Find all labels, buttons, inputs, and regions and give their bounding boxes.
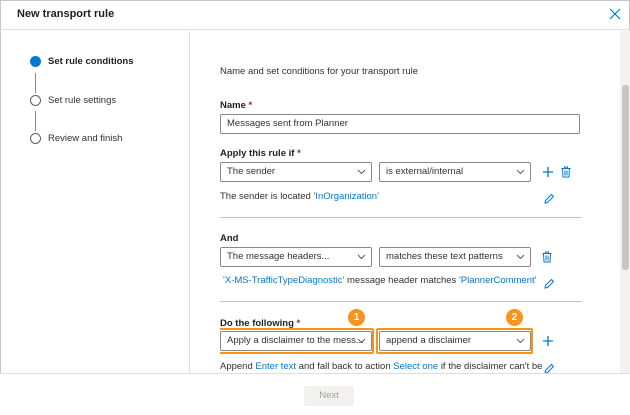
dialog-header: New transport rule	[0, 0, 630, 30]
apply-rule-label: Apply this rule if *	[220, 148, 301, 159]
step-label: Review and finish	[48, 132, 123, 144]
dialog-footer: Next	[0, 373, 630, 415]
chevron-down-icon	[357, 169, 366, 175]
required-mark: *	[297, 148, 301, 159]
callout-highlight-mode	[376, 328, 533, 354]
condition-select[interactable]: The sender	[220, 162, 372, 182]
callout-badge-2: 2	[506, 309, 523, 326]
add-action-icon[interactable]	[541, 334, 555, 348]
chevron-down-icon	[357, 254, 366, 260]
scrollbar-thumb[interactable]	[622, 85, 629, 270]
form-description: Name and set conditions for your transpo…	[220, 66, 419, 77]
edit-action-icon[interactable]	[542, 362, 556, 373]
callout-badge-1: 1	[348, 309, 365, 326]
enter-text-link[interactable]: Enter text	[255, 361, 296, 372]
step-indicator	[30, 55, 41, 67]
condition-operator-select[interactable]: is external/internal	[379, 162, 531, 182]
step-connector	[35, 73, 36, 93]
wizard-steps: Set rule conditions Set rule settings Re…	[0, 31, 190, 373]
step-set-rule-settings[interactable]: Set rule settings	[30, 93, 116, 107]
and-condition-summary: 'X-MS-TrafficTypeDiagnostic' message hea…	[223, 275, 537, 286]
header-name-link[interactable]: 'X-MS-TrafficTypeDiagnostic'	[223, 275, 344, 286]
delete-condition-icon[interactable]	[559, 165, 573, 179]
rule-name-input[interactable]: Messages sent from Planner	[220, 114, 580, 134]
step-review-and-finish[interactable]: Review and finish	[30, 131, 122, 145]
and-label: And	[220, 233, 239, 244]
section-divider	[220, 301, 582, 302]
in-organization-link[interactable]: 'InOrganization'	[313, 191, 378, 202]
action-summary: Append Enter text and fall back to actio…	[220, 361, 543, 372]
delete-and-condition-icon[interactable]	[540, 250, 554, 264]
select-one-link[interactable]: Select one	[393, 361, 438, 372]
step-indicator	[30, 94, 41, 106]
next-button[interactable]: Next	[304, 386, 354, 406]
dialog-title: New transport rule	[17, 8, 115, 20]
header-pattern-link[interactable]: 'PlannerComment'	[459, 275, 537, 286]
callout-highlight-action	[220, 328, 374, 354]
step-label: Set rule conditions	[48, 55, 134, 67]
step-connector	[35, 111, 36, 131]
name-label: Name *	[220, 100, 253, 111]
condition-summary: The sender is located 'InOrganization'	[220, 191, 379, 202]
step-indicator	[30, 132, 41, 144]
section-divider	[220, 217, 582, 218]
edit-condition-icon[interactable]	[542, 192, 556, 206]
and-operator-select[interactable]: matches these text patterns	[379, 247, 531, 267]
chevron-down-icon	[516, 169, 525, 175]
and-condition-select[interactable]: The message headers...	[220, 247, 372, 267]
form-content: Name and set conditions for your transpo…	[220, 31, 615, 373]
add-condition-icon[interactable]	[541, 165, 555, 179]
chevron-down-icon	[516, 254, 525, 260]
step-label: Set rule settings	[48, 94, 117, 106]
required-mark: *	[248, 100, 253, 111]
edit-and-condition-icon[interactable]	[542, 277, 556, 291]
step-set-rule-conditions[interactable]: Set rule conditions	[30, 54, 134, 68]
close-icon[interactable]	[606, 5, 624, 23]
